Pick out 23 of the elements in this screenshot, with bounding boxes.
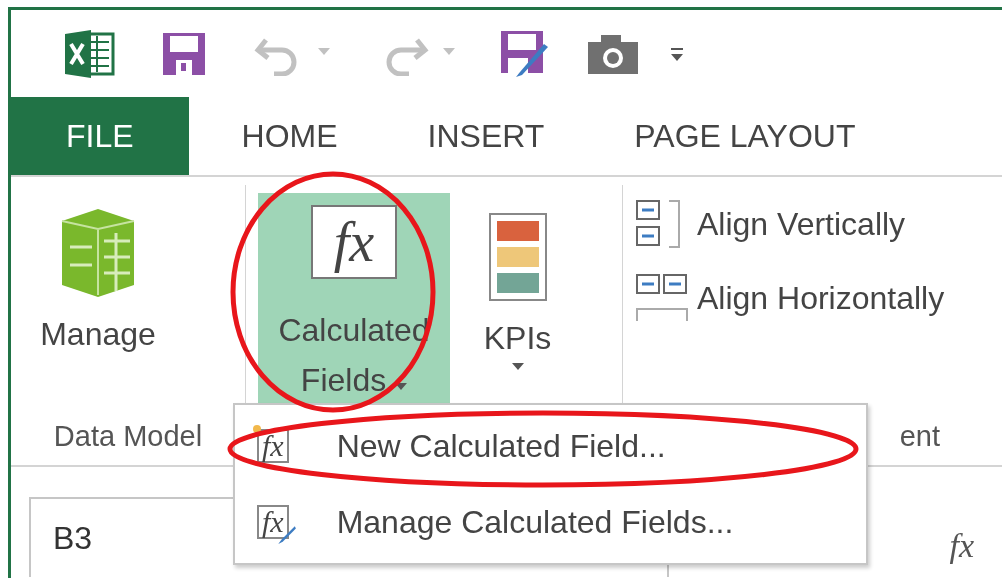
ribbon-tab[interactable]: INSERT bbox=[382, 97, 590, 175]
ribbon-tab[interactable]: HOME bbox=[196, 97, 383, 175]
customize-caret-icon[interactable] bbox=[669, 45, 685, 62]
align-horizontal-icon bbox=[635, 273, 689, 323]
align-vertically-button[interactable]: Align Vertically bbox=[635, 199, 945, 249]
caret-icon bbox=[511, 363, 524, 371]
camera-icon[interactable] bbox=[587, 33, 639, 74]
caret-icon bbox=[395, 383, 408, 391]
function-icon: fx bbox=[311, 205, 397, 279]
kpi-icon bbox=[488, 213, 547, 301]
menu-item[interactable]: fx Manage Calculated Fields... bbox=[235, 489, 866, 555]
save-pencil-icon[interactable] bbox=[500, 29, 550, 78]
group-label: ent bbox=[899, 419, 940, 453]
menu-item[interactable]: fx New Calculated Field... bbox=[235, 413, 866, 479]
kpis-button[interactable]: KPIs bbox=[470, 193, 565, 413]
save-icon[interactable] bbox=[161, 31, 206, 76]
manage-button[interactable]: Manage bbox=[23, 193, 173, 413]
file-tab[interactable]: FILE bbox=[11, 97, 189, 175]
align-horizontally-button[interactable]: Align Horizontally bbox=[635, 273, 945, 323]
insert-function-button[interactable]: fx bbox=[949, 527, 974, 565]
spreadsheet-logo-icon bbox=[62, 27, 115, 80]
group-label: Data Model bbox=[53, 419, 203, 453]
ribbon-tab[interactable]: PAGE LAYOUT bbox=[589, 97, 901, 175]
